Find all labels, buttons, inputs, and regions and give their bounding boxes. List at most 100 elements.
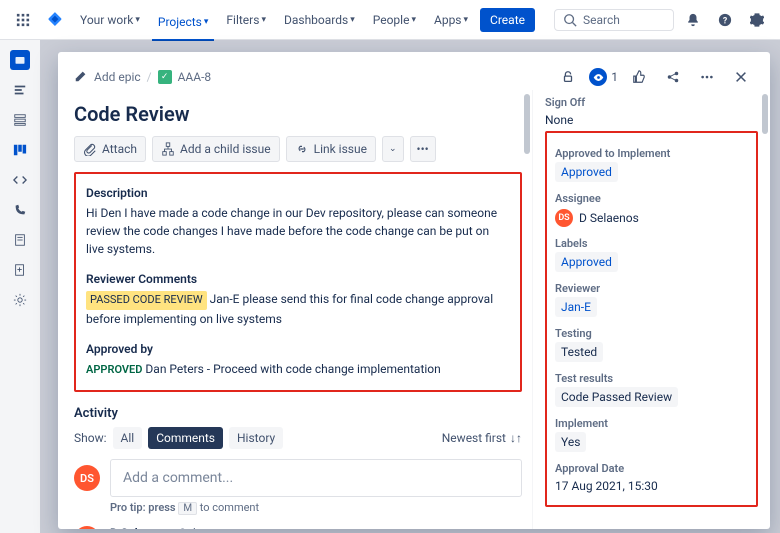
- create-button[interactable]: Create: [480, 8, 535, 32]
- testing-value[interactable]: Tested: [555, 342, 603, 362]
- chevron-down-icon: ▾: [135, 15, 140, 25]
- issue-main-column: Code Review Attach Add a child issue Lin…: [58, 90, 532, 529]
- left-sidebar: [0, 40, 40, 533]
- details-highlight-box: Approved to Implement Approved Assignee …: [545, 131, 758, 507]
- activity-heading: Activity: [74, 406, 522, 421]
- share-icon[interactable]: [660, 64, 686, 90]
- close-icon[interactable]: [728, 64, 754, 90]
- rail-pages-icon[interactable]: [10, 230, 30, 250]
- nav-projects[interactable]: Projects▾: [152, 11, 215, 41]
- jira-logo-icon[interactable]: [42, 7, 68, 33]
- watch-button[interactable]: 1: [589, 68, 618, 86]
- chevron-down-icon: ▾: [464, 15, 469, 25]
- add-epic-link[interactable]: Add epic: [94, 70, 141, 84]
- lock-icon[interactable]: [555, 64, 581, 90]
- nav-label: People: [373, 13, 410, 27]
- rail-code-icon[interactable]: [10, 170, 30, 190]
- rail-roadmap-icon[interactable]: [10, 80, 30, 100]
- paperclip-icon: [83, 142, 97, 156]
- nav-label: Dashboards: [284, 13, 348, 27]
- search-icon: [563, 13, 577, 27]
- reviewer-value[interactable]: Jan-E: [555, 297, 597, 317]
- implement-value[interactable]: Yes: [555, 432, 586, 452]
- nav-apps[interactable]: Apps▾: [428, 9, 474, 31]
- labels-value[interactable]: Approved: [555, 252, 618, 272]
- scrollbar[interactable]: [524, 94, 530, 154]
- rail-add-icon[interactable]: [10, 260, 30, 280]
- reviewer-comments-text[interactable]: PASSED CODE REVIEW Jan-E please send thi…: [86, 290, 510, 328]
- more-actions-icon[interactable]: [694, 64, 720, 90]
- search-input[interactable]: Search: [554, 9, 674, 31]
- nav-label: Your work: [80, 13, 133, 27]
- toolbar-more-button[interactable]: •••: [410, 136, 436, 162]
- nav-filters[interactable]: Filters▾: [220, 9, 272, 31]
- comment-input[interactable]: Add a comment...: [110, 459, 522, 497]
- activity-tabs-row: Show: All Comments History Newest first↓…: [74, 427, 522, 449]
- nav-dashboards[interactable]: Dashboards▾: [278, 9, 361, 31]
- rail-oncall-icon[interactable]: [10, 200, 30, 220]
- app-switcher-icon[interactable]: [10, 7, 36, 33]
- notifications-icon[interactable]: [680, 7, 706, 33]
- signoff-value[interactable]: None: [545, 111, 758, 129]
- approval-date-value[interactable]: 17 Aug 2021, 15:30: [555, 477, 748, 495]
- labels-label: Labels: [555, 237, 748, 250]
- scrollbar[interactable]: [762, 94, 768, 134]
- tab-history[interactable]: History: [229, 427, 283, 449]
- breadcrumb: Add epic / ✓ AAA-8: [74, 69, 547, 86]
- nav-people[interactable]: People▾: [367, 9, 422, 31]
- pencil-icon: [74, 69, 88, 86]
- attach-button[interactable]: Attach: [74, 136, 146, 162]
- eye-icon: [589, 68, 607, 86]
- chevron-down-icon: ▾: [204, 17, 209, 27]
- breadcrumb-separator: /: [147, 70, 152, 84]
- test-results-value[interactable]: Code Passed Review: [555, 387, 678, 407]
- description-highlight-box: Description Hi Den I have made a code ch…: [74, 172, 522, 392]
- assignee-value[interactable]: DS D Selaenos: [555, 209, 748, 227]
- issue-modal: Add epic / ✓ AAA-8 1 Code Review Attach …: [58, 52, 770, 529]
- issue-details-column: Sign Off None Approved to Implement Appr…: [532, 90, 770, 529]
- nav-your-work[interactable]: Your work▾: [74, 9, 146, 31]
- comment-author[interactable]: D Selaenos: [110, 526, 170, 529]
- implement-label: Implement: [555, 417, 748, 430]
- child-issue-icon: [161, 142, 175, 156]
- tab-comments[interactable]: Comments: [148, 427, 223, 449]
- tab-all[interactable]: All: [113, 427, 143, 449]
- approved-tag: APPROVED: [86, 363, 142, 376]
- chevron-down-icon: ▾: [350, 15, 355, 25]
- top-nav: Your work▾ Projects▾ Filters▾ Dashboards…: [0, 0, 780, 40]
- chevron-down-icon: ⌄: [389, 144, 397, 154]
- rail-board-icon[interactable]: [10, 140, 30, 160]
- nav-label: Projects: [158, 15, 202, 29]
- comment-item: DS D Selaenos 3 days ago Thanks Dan now …: [74, 526, 522, 529]
- settings-icon[interactable]: [744, 7, 770, 33]
- link-icon: [295, 142, 309, 156]
- sort-newest-button[interactable]: Newest first↓↑: [442, 431, 522, 445]
- avatar: DS: [74, 526, 100, 529]
- link-issue-dropdown[interactable]: ⌄: [382, 136, 404, 162]
- issue-title[interactable]: Code Review: [74, 102, 522, 126]
- comment-time: 3 days ago: [179, 526, 237, 529]
- description-label: Description: [86, 186, 510, 200]
- approval-date-label: Approval Date: [555, 462, 748, 475]
- reviewer-comments-label: Reviewer Comments: [86, 272, 510, 286]
- rail-settings-icon[interactable]: [10, 290, 30, 310]
- help-icon[interactable]: ?: [712, 7, 738, 33]
- approved-to-implement-value[interactable]: Approved: [555, 162, 618, 182]
- watch-count: 1: [611, 70, 618, 84]
- approved-by-text[interactable]: APPROVED Dan Peters - Proceed with code …: [86, 360, 510, 379]
- rail-backlog-icon[interactable]: [10, 110, 30, 130]
- assignee-label: Assignee: [555, 192, 748, 205]
- modal-header: Add epic / ✓ AAA-8 1: [58, 52, 770, 90]
- nav-label: Apps: [434, 13, 462, 27]
- like-icon[interactable]: [626, 64, 652, 90]
- issue-key-link[interactable]: AAA-8: [178, 70, 212, 84]
- approved-by-label: Approved by: [86, 342, 510, 356]
- passed-review-tag: PASSED CODE REVIEW: [86, 291, 207, 310]
- link-issue-button[interactable]: Link issue: [286, 136, 376, 162]
- add-child-button[interactable]: Add a child issue: [152, 136, 280, 162]
- avatar: DS: [555, 209, 573, 227]
- description-text[interactable]: Hi Den I have made a code change in our …: [86, 204, 510, 258]
- svg-text:?: ?: [723, 16, 728, 26]
- project-icon[interactable]: [10, 50, 30, 70]
- nav-label: Filters: [226, 13, 259, 27]
